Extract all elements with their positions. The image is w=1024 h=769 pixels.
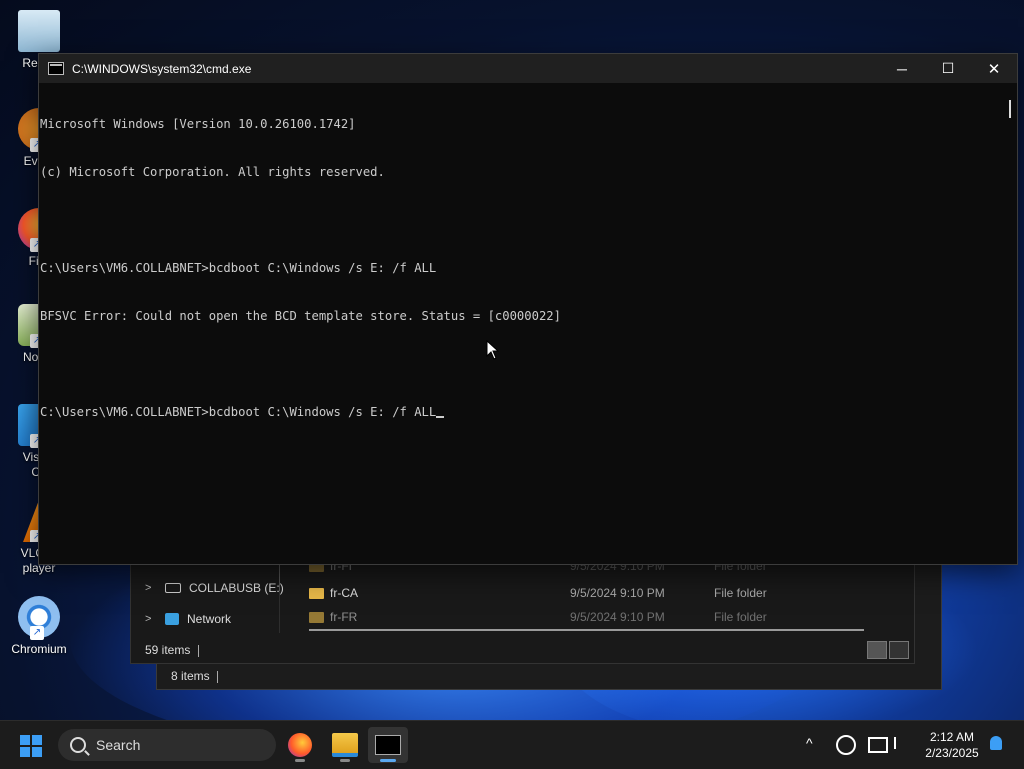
status-item-count: 8 items [171, 669, 210, 683]
volume-muted-icon[interactable] [894, 737, 910, 749]
status-item-count: 59 items [145, 643, 191, 657]
mouse-pointer-icon [486, 340, 500, 360]
horizontal-scrollbar[interactable] [309, 629, 864, 631]
cmd-title-bar[interactable]: C:\WINDOWS\system32\cmd.exe ─ ☐ ✕ [39, 54, 1017, 83]
windows-logo-icon [20, 735, 30, 745]
taskbar: Search ^ 2:12 AM 2/23/2025 [0, 720, 1024, 769]
running-indicator [340, 759, 350, 762]
chromium-icon: ↗ [18, 596, 60, 640]
console-line: BFSVC Error: Could not open the BCD temp… [40, 309, 561, 323]
file-explorer-window[interactable]: > COLLABUSB (E:) > Network fr-FI 9/5/202… [130, 559, 915, 664]
start-button[interactable] [20, 735, 42, 757]
nav-item-network[interactable]: > Network [145, 612, 231, 626]
network-icon [165, 613, 179, 625]
taskbar-firefox[interactable] [280, 727, 320, 763]
recycle-bin-icon [18, 10, 60, 52]
chevron-right-icon[interactable]: > [145, 613, 157, 625]
minimize-button[interactable]: ─ [879, 54, 925, 83]
console-output[interactable]: Microsoft Windows [Version 10.0.26100.17… [40, 84, 1001, 564]
nav-item-label: COLLABUSB (E:) [189, 581, 284, 595]
taskbar-clock[interactable]: 2:12 AM 2/23/2025 [918, 729, 986, 761]
cmd-window[interactable]: C:\WINDOWS\system32\cmd.exe ─ ☐ ✕ Micros… [38, 53, 1018, 565]
navigation-pane: > COLLABUSB (E:) > Network [131, 561, 284, 633]
console-line: Microsoft Windows [Version 10.0.26100.17… [40, 117, 356, 131]
large-icons-view-button[interactable] [889, 641, 909, 659]
console-input-line[interactable]: C:\Users\VM6.COLLABNET>bcdboot C:\Window… [40, 404, 1001, 420]
running-indicator [295, 759, 305, 762]
search-icon [70, 737, 86, 753]
clock-time: 2:12 AM [929, 730, 975, 744]
clock-date: 2/23/2025 [925, 746, 979, 760]
notification-bell-icon[interactable] [990, 736, 1002, 750]
taskbar-search-box[interactable]: Search [58, 729, 276, 761]
chevron-right-icon[interactable]: > [145, 582, 157, 594]
console-line: C:\Users\VM6.COLLABNET>bcdboot C:\Window… [40, 261, 437, 275]
folder-icon [309, 611, 324, 623]
close-button[interactable]: ✕ [971, 54, 1017, 83]
nav-item-label: Network [187, 612, 232, 626]
shortcut-arrow-icon: ↗ [30, 626, 44, 640]
terminal-icon [375, 735, 401, 755]
pane-splitter[interactable] [279, 561, 280, 591]
nav-item-collabusb[interactable]: > COLLABUSB (E:) [145, 581, 284, 595]
status-divider [198, 645, 199, 657]
console-line: (c) Microsoft Corporation. All rights re… [40, 165, 385, 179]
cmd-app-icon[interactable] [48, 62, 64, 75]
desktop-icon-chromium[interactable]: ↗ Chromium [0, 596, 78, 657]
cmd-title-text: C:\WINDOWS\system32\cmd.exe [72, 61, 252, 76]
maximize-button[interactable]: ☐ [925, 54, 971, 83]
network-monitor-icon[interactable] [868, 737, 888, 753]
console-line: C:\Users\VM6.COLLABNET>bcdboot C:\Window… [40, 405, 437, 419]
usb-drive-icon [165, 583, 181, 593]
folder-icon [332, 733, 358, 757]
firefox-icon [288, 733, 312, 757]
sync-error-icon[interactable] [836, 735, 856, 755]
list-item[interactable]: fr-CA 9/5/2024 9:10 PM File folder [309, 583, 869, 603]
status-divider [217, 671, 218, 683]
show-hidden-icons-chevron-icon[interactable]: ^ [806, 735, 813, 751]
folder-icon [309, 587, 324, 599]
taskbar-cmd[interactable] [368, 727, 408, 763]
search-placeholder: Search [96, 737, 141, 753]
desktop-icon-label: Chromium [11, 642, 67, 656]
details-view-button[interactable] [867, 641, 887, 659]
text-caret [436, 416, 445, 418]
taskbar-file-explorer[interactable] [325, 727, 365, 763]
list-item[interactable]: fr-FR 9/5/2024 9:10 PM File folder [309, 611, 869, 623]
active-indicator [380, 759, 396, 762]
vertical-scrollbar[interactable] [1009, 100, 1011, 118]
